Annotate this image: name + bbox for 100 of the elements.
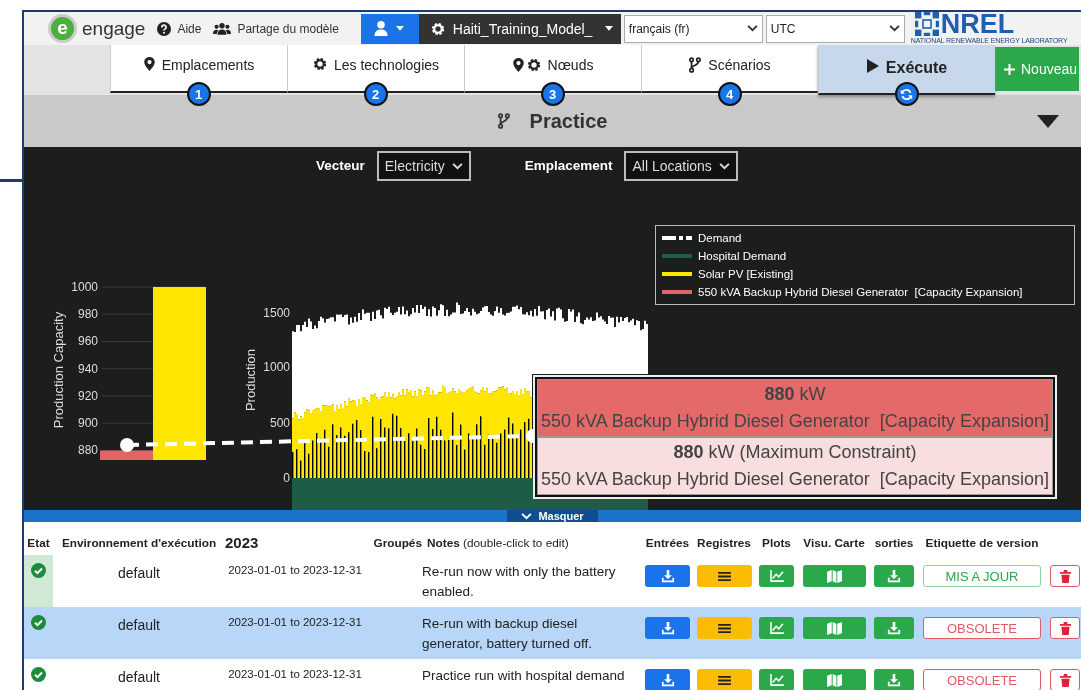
environment-cell: default (117, 669, 160, 685)
input-download-button[interactable] (645, 669, 690, 690)
column-header: Etiquette de version (925, 535, 1039, 550)
tooltip-series: 550 kVA Backup Hybrid Diesel Generator [Capacity Expansion] (541, 469, 1049, 490)
column-header: Registres (697, 535, 751, 550)
filter-label: Vecteur (316, 157, 365, 173)
download-icon (660, 621, 675, 635)
tick-label: 0 (283, 471, 290, 485)
legend-label: 550 kVA Backup Hybrid Diesel Generator [Capacity Expansion] (698, 286, 1023, 299)
collapse-button[interactable]: Masquer (507, 510, 598, 522)
map-view-button[interactable] (802, 565, 866, 587)
notes-cell-text: Re-run now with only the battery enabled. (422, 563, 617, 601)
tick-label: 1000 (71, 280, 98, 294)
column-header: Plots (762, 535, 791, 550)
column-header: Entrées (645, 535, 690, 550)
map-icon (826, 569, 842, 583)
logo-text: engage (82, 17, 146, 40)
column-header: Environnement d'exécution (61, 535, 217, 550)
download-icon (660, 673, 675, 687)
output-download-button[interactable] (874, 565, 914, 587)
notes-cell-text: Practice run with hospital demand (422, 667, 625, 685)
logo-mark: e (48, 14, 77, 43)
refresh-icon (900, 87, 913, 101)
environment-cell: default (117, 565, 160, 581)
delete-button[interactable] (1050, 565, 1080, 587)
tick-label: 500 (269, 416, 290, 430)
language-select[interactable]: français (fr) (623, 14, 763, 43)
model-dropdown[interactable]: Haiti_Training_Model_ (418, 13, 621, 44)
user-icon (373, 21, 388, 36)
table-row[interactable]: default 2023-01-01 to 2023-12-31 Re-run now with only the battery enabled. MIS A JOUR (24, 555, 1081, 607)
header-link[interactable]: Aide (157, 21, 202, 36)
column-header: 2023 (225, 534, 259, 551)
legend-label: Hospital Demand (698, 249, 787, 262)
user-menu-button[interactable] (360, 13, 419, 44)
pin-icon (143, 57, 155, 71)
tooltip-value: 880 kW (Maximum Constraint) (673, 442, 917, 463)
delete-button[interactable] (1050, 617, 1080, 639)
caret-icon (395, 26, 404, 31)
chevron-down-icon (718, 162, 730, 170)
chevron-down-icon (746, 25, 758, 32)
plus-icon (1004, 63, 1015, 75)
step-tab[interactable]: Exécute (818, 45, 995, 95)
filter-select[interactable]: Electricity (376, 151, 471, 181)
output-download-button[interactable] (874, 617, 914, 639)
timezone-select[interactable]: UTC (765, 14, 905, 43)
trash-icon (1059, 673, 1071, 687)
tick-label: 1000 (263, 360, 290, 374)
chevron-down-icon (888, 25, 900, 32)
input-download-button[interactable] (645, 617, 690, 639)
tick-label: 1500 (263, 306, 290, 320)
dropdown-triangle-icon[interactable] (1037, 114, 1059, 128)
input-download-button[interactable] (645, 565, 690, 587)
grid-logo-icon (914, 12, 939, 36)
environment-cell: default (117, 617, 160, 633)
period-cell: 2023-01-01 to 2023-12-31 (228, 564, 362, 576)
list-icon (717, 622, 731, 634)
map-view-button[interactable] (802, 617, 866, 639)
map-view-button[interactable] (802, 669, 866, 690)
log-button[interactable] (696, 669, 752, 690)
branch-icon (497, 113, 510, 129)
tick-label: 900 (77, 416, 98, 431)
tooltip-value: 880 kW (764, 384, 826, 405)
header-link[interactable]: Partage du modèle (213, 21, 339, 36)
map-icon (826, 673, 842, 687)
plots-button[interactable] (759, 565, 794, 587)
period-cell: 2023-01-01 to 2023-12-31 (228, 668, 362, 680)
legend-label: Solar PV [Existing] (698, 268, 794, 281)
branch-icon (689, 57, 702, 73)
help-icon (157, 21, 172, 36)
download-icon (660, 569, 675, 583)
people-icon (213, 22, 232, 35)
line-chart-icon (769, 674, 784, 686)
version-label-button[interactable]: OBSOLETE (923, 669, 1041, 690)
gears-icon (430, 21, 445, 36)
delete-button[interactable] (1050, 669, 1080, 690)
table-row[interactable]: default 2023-01-01 to 2023-12-31 Re-run with backup diesel generator, battery turned off. OBSOLETE (24, 607, 1081, 659)
output-download-button[interactable] (874, 669, 914, 690)
list-icon (717, 570, 731, 582)
tick-label: 980 (77, 307, 98, 322)
log-button[interactable] (696, 617, 752, 639)
notes-cell-text: Re-run with backup diesel generator, battery turned off. (422, 615, 594, 653)
tick-label: 940 (77, 361, 98, 376)
download-icon (887, 569, 901, 583)
gear-icon (526, 58, 541, 72)
list-icon (717, 674, 731, 686)
version-label-button[interactable]: OBSOLETE (923, 617, 1041, 639)
plots-button[interactable] (759, 669, 794, 690)
axis-title: Production (243, 348, 258, 412)
tick-label: 880 (77, 443, 98, 458)
column-header: Groupés (373, 535, 422, 550)
plots-button[interactable] (759, 617, 794, 639)
filter-select[interactable]: All Locations (624, 151, 738, 181)
download-icon (887, 673, 901, 687)
column-header: sorties (874, 535, 914, 550)
map-icon (826, 621, 842, 635)
download-icon (887, 621, 901, 635)
pin-icon (512, 58, 524, 72)
trash-icon (1059, 569, 1071, 583)
log-button[interactable] (696, 565, 752, 587)
period-cell: 2023-01-01 to 2023-12-31 (228, 616, 362, 628)
